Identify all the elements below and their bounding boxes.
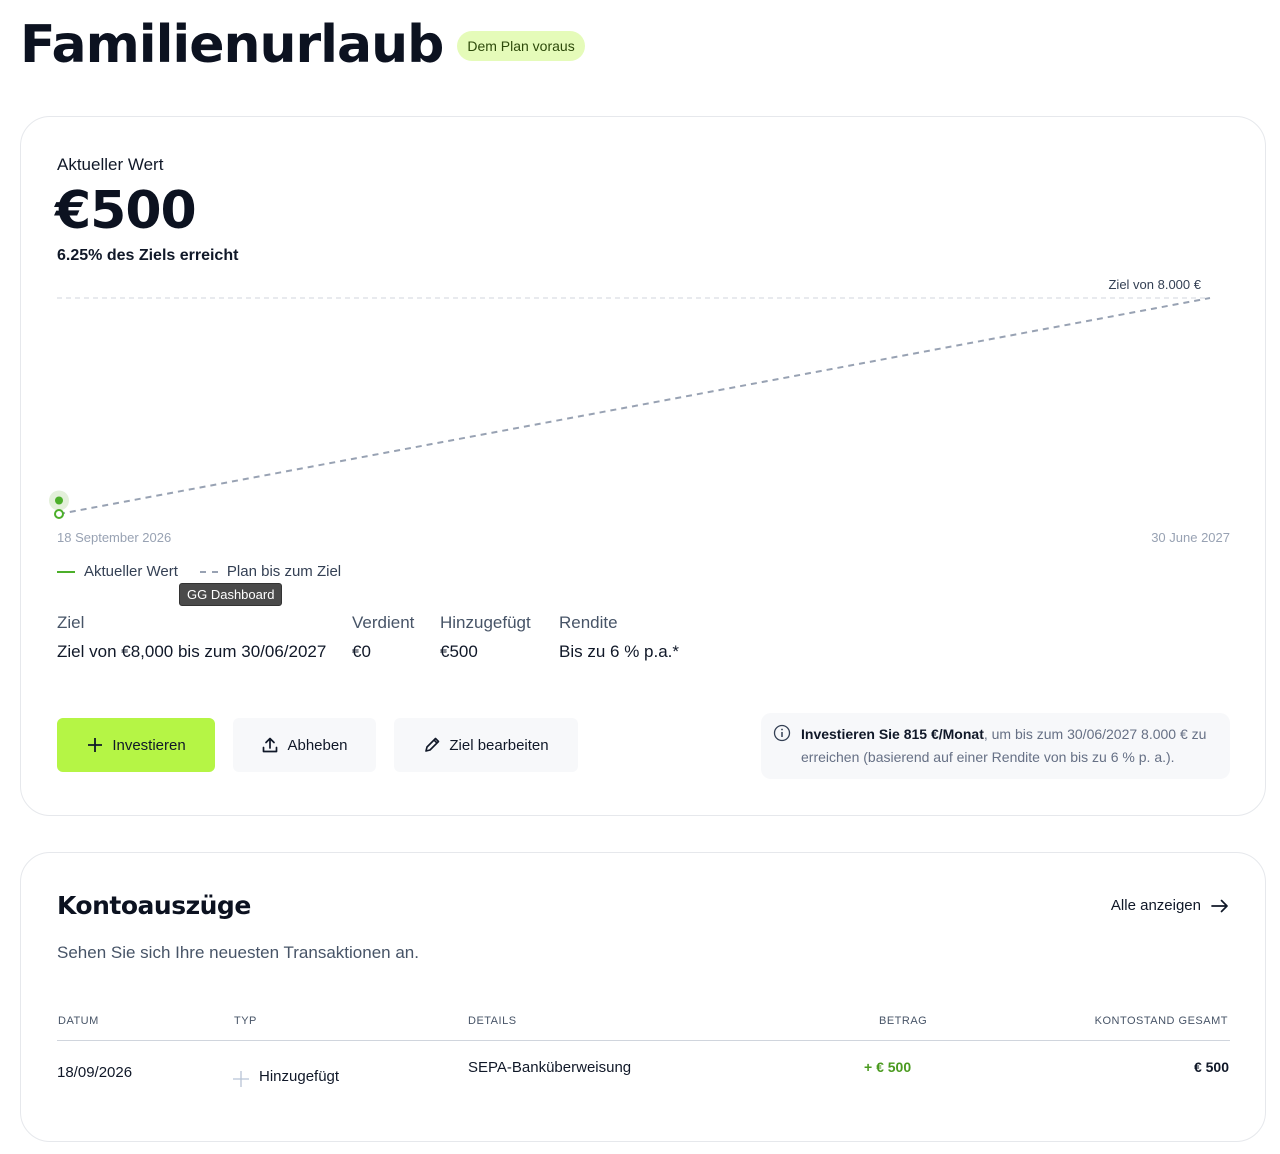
column-header-balance: KONTOSTAND GESAMT [1094, 1015, 1228, 1027]
stat-return-value: Bis zu 6 % p.a.* [559, 642, 680, 661]
stat-added-value: €500 [440, 642, 478, 661]
view-all-label: Alle anzeigen [1110, 897, 1201, 914]
investment-hint-bold: Investieren Sie 815 €/Monat [801, 726, 984, 742]
statements-card: Kontoauszüge Alle anzeigen Sehen Sie sic… [20, 852, 1266, 1142]
legend-current: Aktueller Wert [57, 563, 178, 580]
statements-title: Kontoauszüge [57, 891, 251, 920]
row-details: SEPA-Banküberweisung [468, 1059, 632, 1076]
arrow-right-icon [1211, 899, 1229, 913]
chart-legend: Aktueller Wert Plan bis zum Ziel [57, 563, 363, 580]
stat-earned-value: €0 [352, 642, 371, 661]
pencil-icon [423, 736, 441, 754]
stat-added: Hinzugefügt €500 [440, 613, 531, 662]
invest-button[interactable]: Investieren [57, 718, 215, 772]
invest-button-label: Investieren [112, 736, 186, 754]
legend-plan-label: Plan bis zum Ziel [226, 563, 342, 580]
row-amount: + € 500 [864, 1059, 912, 1075]
plan-start-point [54, 509, 64, 519]
stat-goal-label: Ziel [57, 613, 85, 632]
page-header: Familienurlaub Dem Plan voraus [20, 14, 585, 76]
stat-earned: Verdient €0 [352, 613, 414, 662]
column-header-details: DETAILS [468, 1015, 517, 1027]
goal-card: Aktueller Wert €500 6.25% des Ziels erre… [20, 116, 1266, 816]
legend-current-label: Aktueller Wert [84, 563, 178, 580]
statements-subtitle: Sehen Sie sich Ihre neuesten Transaktion… [57, 943, 419, 962]
withdraw-button[interactable]: Abheben [233, 718, 376, 772]
edit-goal-button[interactable]: Ziel bearbeiten [394, 718, 578, 772]
info-icon [773, 724, 791, 749]
edit-goal-button-label: Ziel bearbeiten [449, 736, 549, 754]
goal-chart: Ziel von 8.000 € 18 September 2026 30 Ju… [49, 277, 1230, 545]
column-header-date: DATUM [58, 1015, 99, 1027]
plus-icon [232, 1070, 250, 1088]
x-axis-start-label: 18 September 2026 [57, 530, 171, 545]
table-divider [57, 1040, 1230, 1041]
view-all-link[interactable]: Alle anzeigen [1111, 897, 1229, 914]
stat-return-label: Rendite [559, 613, 618, 632]
plan-series-line [58, 297, 1211, 515]
row-balance: € 500 [1193, 1059, 1229, 1075]
stat-goal: Ziel Ziel von €8,000 bis zum 30/06/2027 [57, 613, 326, 662]
page-title: Familienurlaub [20, 15, 444, 75]
stat-added-label: Hinzugefügt [440, 613, 531, 632]
x-axis-end-label: 30 June 2027 [1151, 530, 1230, 545]
upload-icon [261, 736, 279, 754]
legend-plan: Plan bis zum Ziel [199, 563, 342, 580]
status-badge: Dem Plan voraus [457, 31, 585, 61]
tooltip: GG Dashboard [179, 583, 283, 606]
plus-icon [86, 736, 104, 754]
stat-return: Rendite Bis zu 6 % p.a.* [559, 613, 679, 662]
column-header-amount: BETRAG [879, 1015, 928, 1027]
legend-dashed-swatch [199, 570, 218, 573]
stat-goal-value: Ziel von €8,000 bis zum 30/06/2027 [57, 642, 327, 661]
row-type-label: Hinzugefügt [259, 1067, 340, 1085]
goal-line-label: Ziel von 8.000 € [1108, 277, 1201, 292]
investment-hint: Investieren Sie 815 €/Monat, um bis zum … [761, 713, 1230, 779]
current-value-point [55, 496, 63, 505]
row-type: Hinzugefügt [232, 1064, 339, 1088]
legend-solid-swatch [57, 570, 75, 573]
withdraw-button-label: Abheben [287, 736, 348, 754]
stat-earned-label: Verdient [352, 613, 415, 632]
row-date: 18/09/2026 [57, 1064, 133, 1081]
column-header-type: TYP [234, 1015, 257, 1027]
